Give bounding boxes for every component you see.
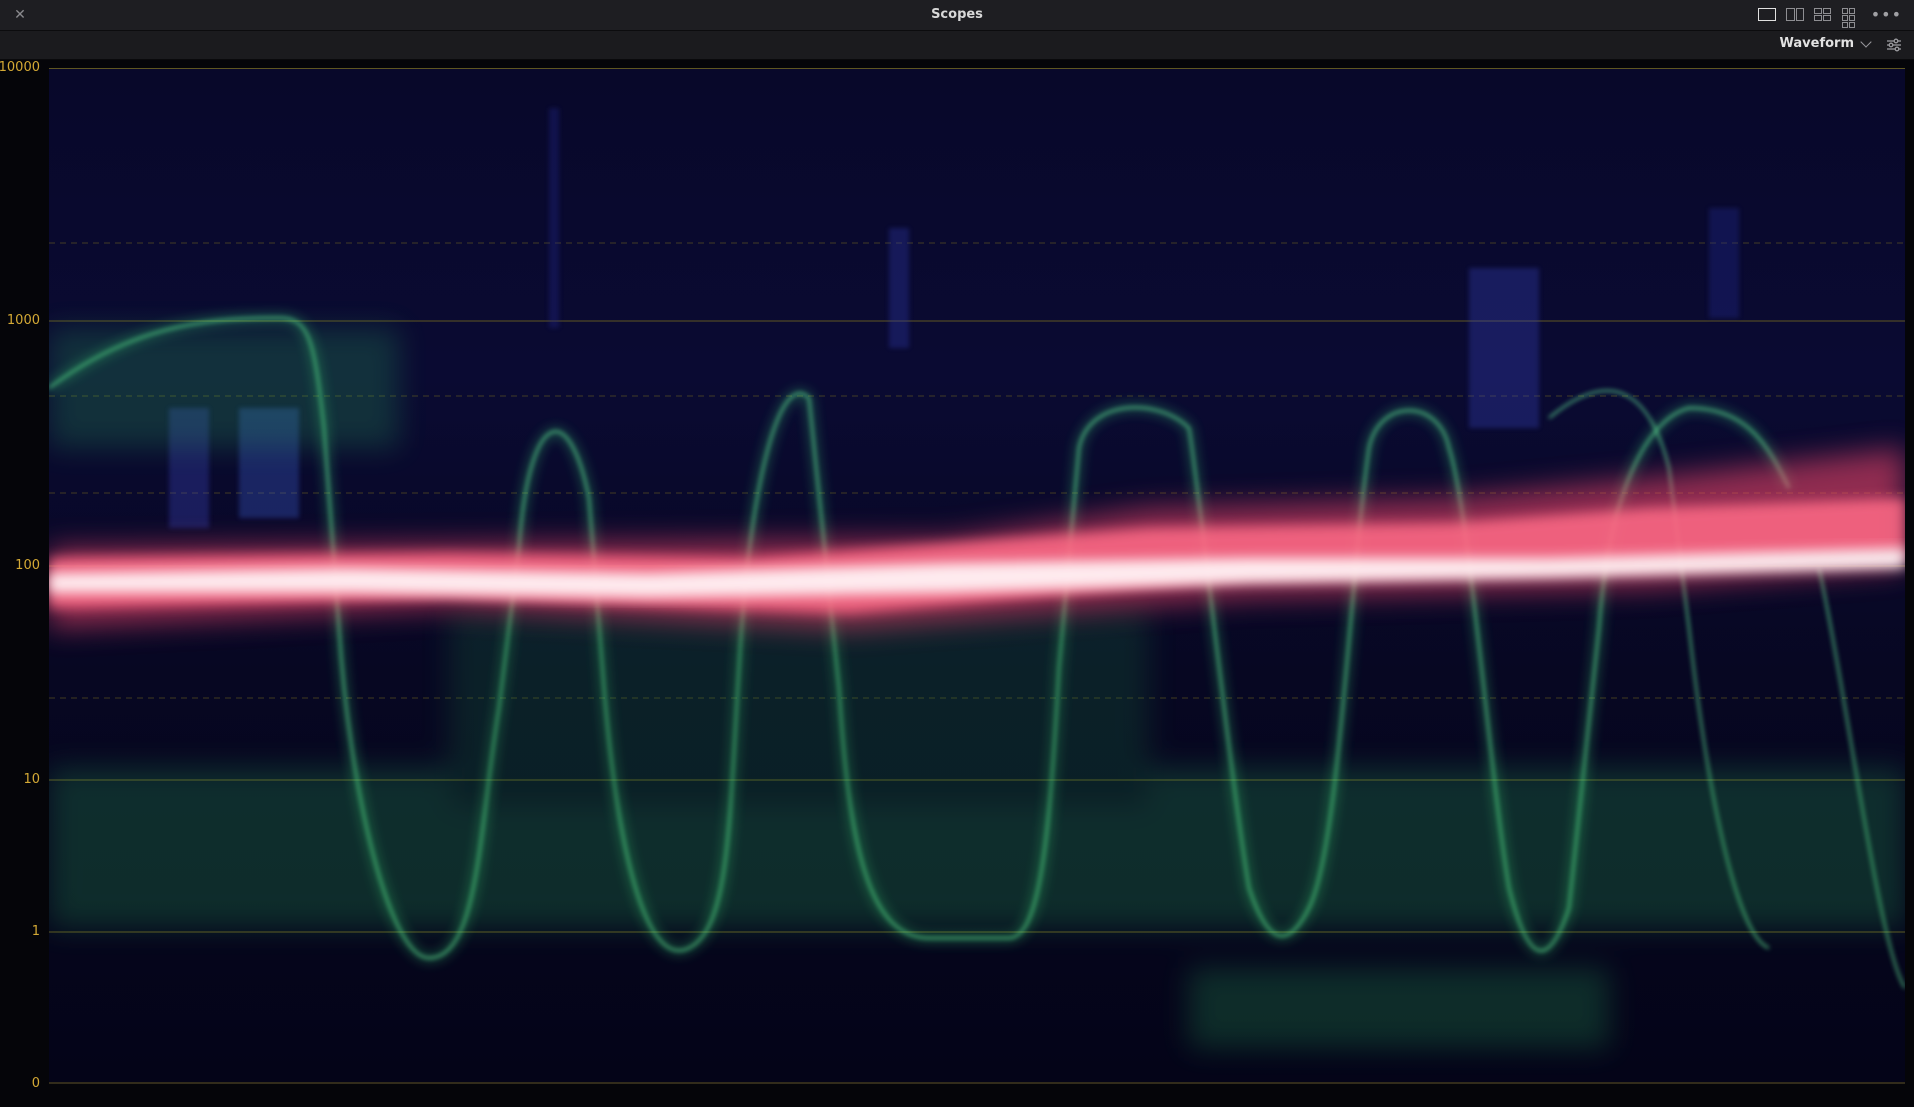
red-trace [49,498,1905,613]
waveform-scope: 10000 1000 100 10 1 0 [0,60,1914,1107]
window-titlebar: ✕ Scopes ••• [0,0,1914,31]
y-axis-label: 10 [23,772,40,787]
settings-icon[interactable] [1886,37,1902,53]
more-icon[interactable]: ••• [1871,5,1902,24]
y-axis-label: 10000 [0,60,40,75]
y-axis-label: 1 [31,924,40,939]
single-layout-icon[interactable] [1758,8,1776,21]
waveform-plot [49,68,1905,1084]
scope-toolbar: Waveform [0,31,1914,60]
multi-layout-icon[interactable] [1842,8,1860,28]
blue-noise [169,108,1739,528]
scope-type-dropdown[interactable]: Waveform [1779,35,1872,51]
y-axis-label: 0 [31,1076,40,1091]
layout-buttons [1758,8,1860,28]
y-axis-label: 100 [15,558,40,573]
scope-type-label: Waveform [1779,36,1854,51]
chevron-down-icon [1860,35,1872,48]
window-title: Scopes [931,7,983,22]
waveform-graphics [49,68,1905,1084]
dual-layout-icon[interactable] [1786,8,1804,21]
y-axis-label: 1000 [6,313,40,328]
quad-layout-icon[interactable] [1814,8,1832,21]
